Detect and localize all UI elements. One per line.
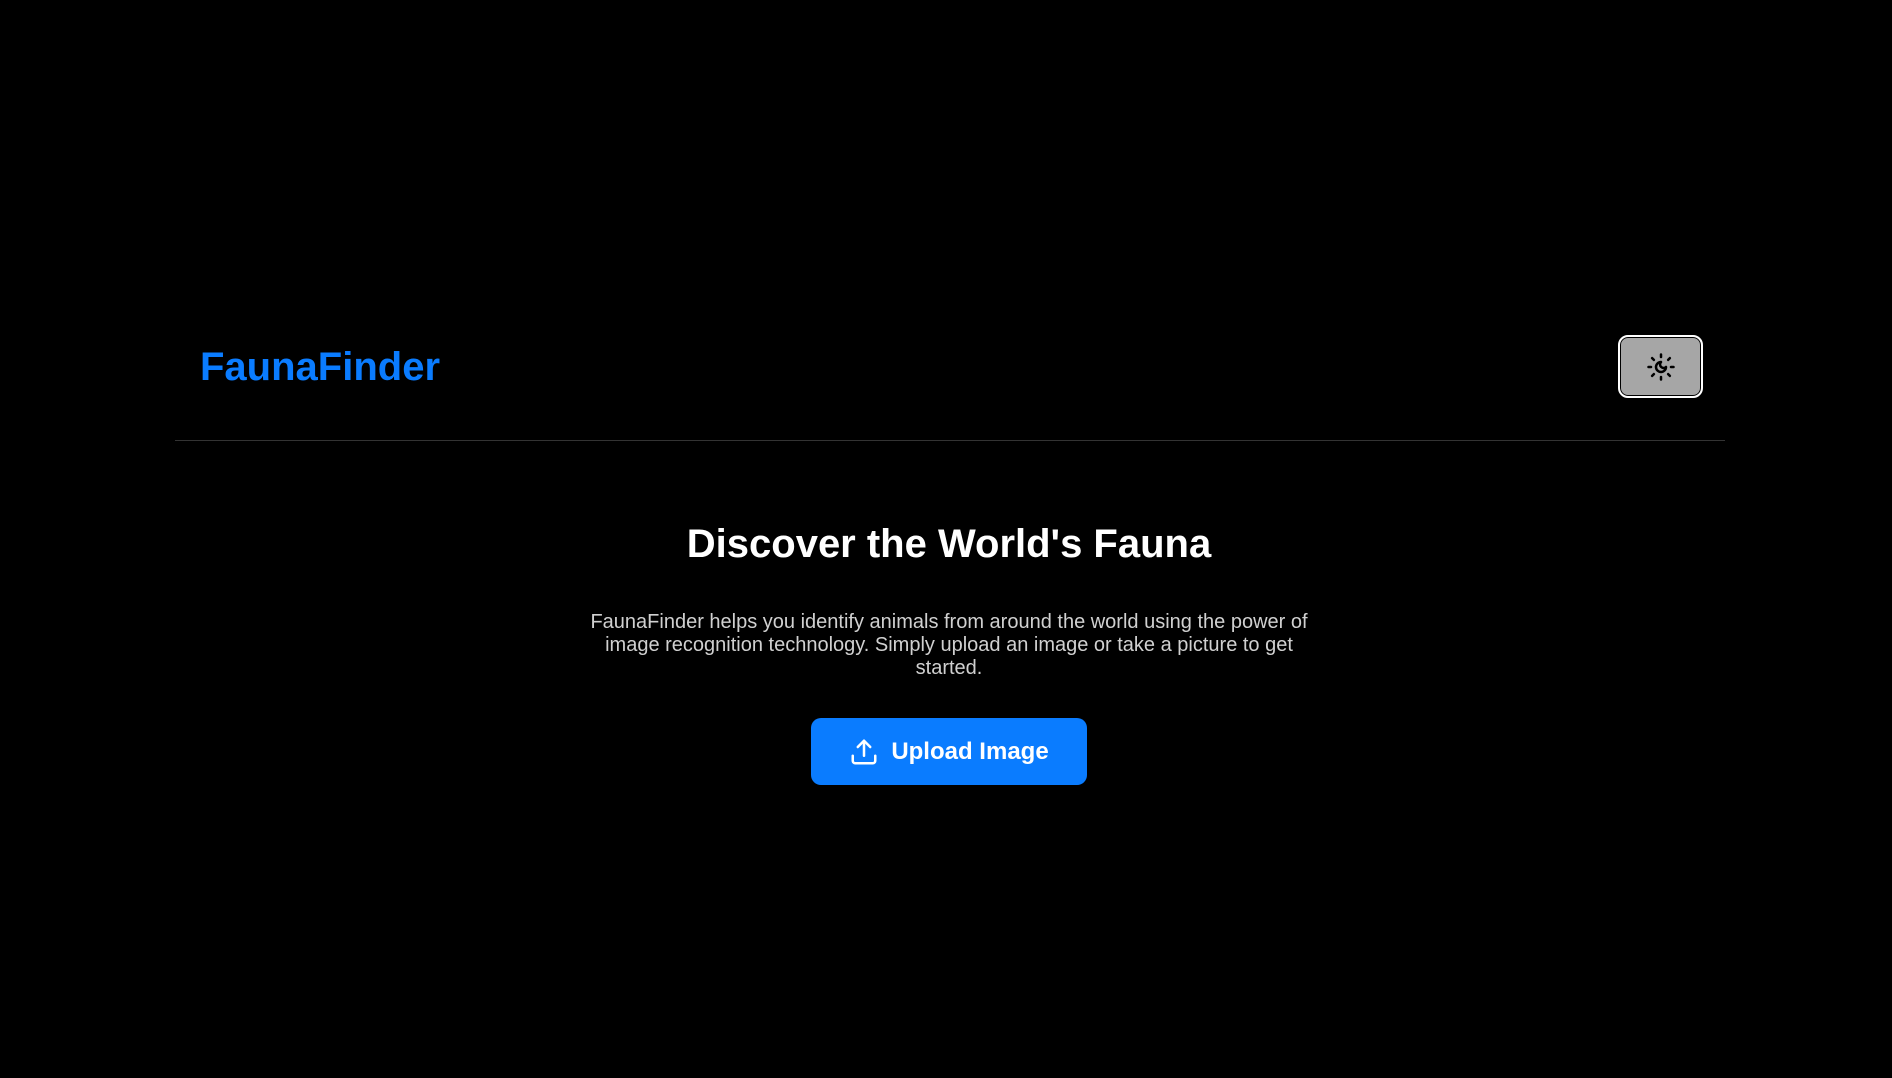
hero-title: Discover the World's Fauna: [686, 522, 1212, 566]
hero-description: FaunaFinder helps you identify animals f…: [590, 611, 1308, 679]
upload-icon: [851, 739, 877, 764]
brand-logo-text[interactable]: FaunaFinder: [200, 343, 440, 391]
hero-section: Discover the World's Fauna FaunaFinder h…: [0, 520, 1892, 785]
page: FaunaFinder Discover the World's Fauna F…: [0, 0, 1892, 1078]
theme-toggle-button[interactable]: [1618, 335, 1703, 398]
upload-image-button[interactable]: Upload Image: [811, 718, 1087, 785]
theme-toggle-icon: [1646, 352, 1675, 381]
site-header: FaunaFinder: [175, 331, 1725, 441]
upload-image-label: Upload Image: [891, 737, 1049, 765]
